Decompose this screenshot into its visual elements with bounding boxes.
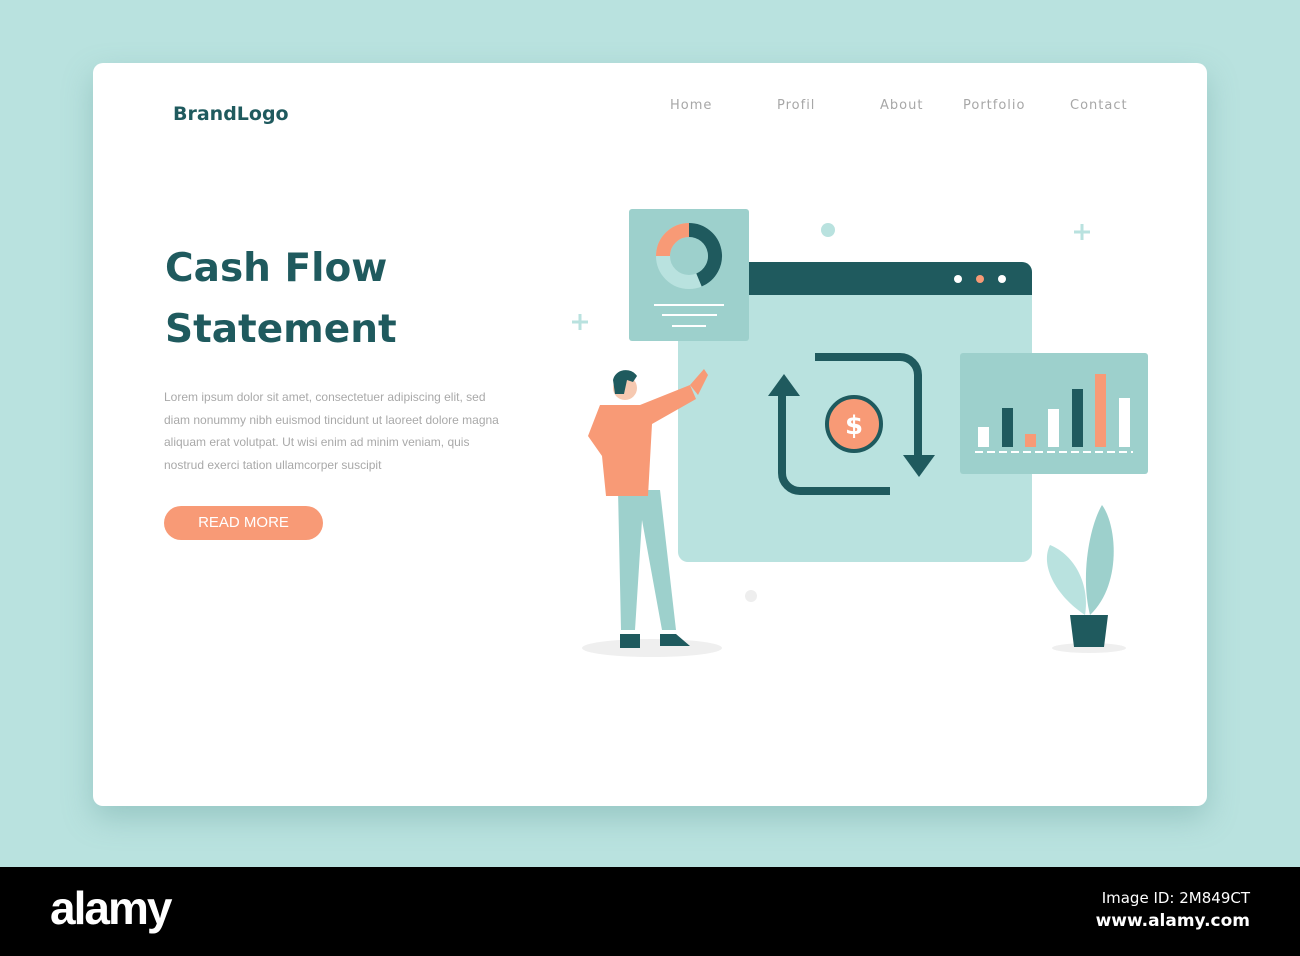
image-id: Image ID: 2M849CT — [1101, 889, 1250, 907]
cash-flow-illustration: $ — [572, 209, 1148, 657]
site-url[interactable]: www.alamy.com — [1096, 911, 1250, 931]
potted-plant — [1046, 505, 1114, 647]
pie-chart-card — [629, 209, 749, 341]
alamy-logo: alamy — [50, 882, 172, 934]
bar-chart-card — [960, 353, 1148, 474]
footer-bar: alamy Image ID: 2M849CT www.alamy.com — [0, 867, 1300, 956]
currency-symbol: $ — [845, 411, 863, 441]
